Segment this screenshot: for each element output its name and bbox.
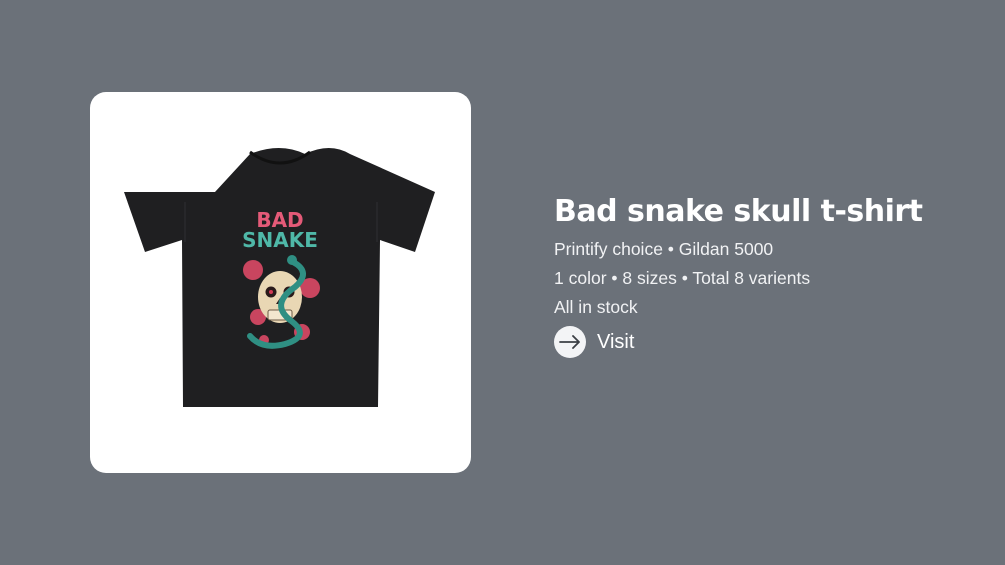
product-info: Bad snake skull t-shirt Printify choice … <box>554 194 923 358</box>
visit-button[interactable]: Visit <box>554 326 923 358</box>
svg-text:SNAKE: SNAKE <box>242 228 318 252</box>
visit-label[interactable]: Visit <box>597 331 634 354</box>
stock-status: All in stock <box>554 297 638 317</box>
product-slide: BAD SNAKE Bad snake skull t-shirt Printi… <box>0 0 1005 565</box>
provider-line: Printify choice • Gildan 5000 <box>554 239 774 259</box>
arrow-right-icon[interactable] <box>554 326 586 358</box>
product-title: Bad snake skull t-shirt <box>554 194 923 229</box>
product-image-card: BAD SNAKE <box>90 92 471 473</box>
tshirt-product-image: BAD SNAKE <box>124 148 435 407</box>
variants-line: 1 color • 8 sizes • Total 8 varients <box>554 268 811 288</box>
